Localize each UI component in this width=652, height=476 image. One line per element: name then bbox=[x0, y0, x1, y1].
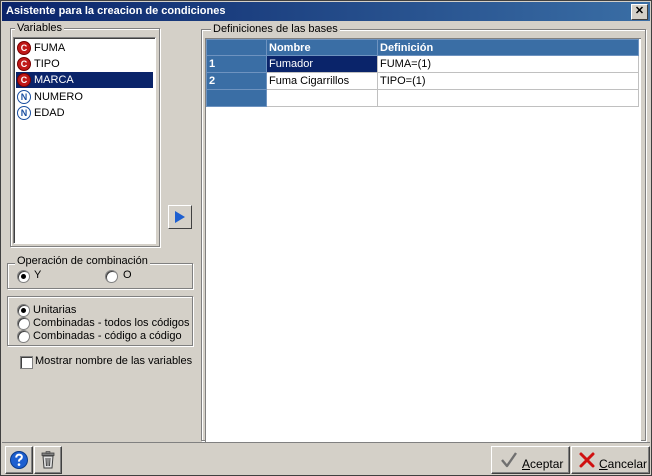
variable-item-marca[interactable]: C MARCA bbox=[16, 72, 153, 88]
variables-list[interactable]: C FUMA C TIPO C MARCA N NUMERO N EDAD bbox=[13, 37, 156, 244]
checkmark-icon bbox=[501, 452, 517, 468]
radio-combinadas-todos-label: Combinadas - todos los códigos bbox=[33, 317, 190, 329]
variable-item-edad[interactable]: N EDAD bbox=[16, 105, 153, 121]
categorical-variable-icon: C bbox=[17, 73, 31, 87]
help-icon bbox=[10, 451, 28, 469]
radio-y[interactable] bbox=[17, 270, 30, 283]
accept-button[interactable]: Aceptar bbox=[491, 446, 570, 474]
table-row[interactable]: 2 Fuma Cigarrillos TIPO=(1) bbox=[206, 72, 639, 90]
show-names-checkbox[interactable] bbox=[20, 356, 33, 369]
window-title: Asistente para la creacion de condicione… bbox=[6, 5, 226, 17]
table-row-new[interactable] bbox=[206, 89, 639, 107]
combination-legend: Operación de combinación bbox=[15, 255, 150, 267]
variable-label: NUMERO bbox=[34, 91, 83, 103]
grid-header-row: Nombre Definición bbox=[206, 39, 639, 56]
column-header-definicion[interactable]: Definición bbox=[377, 39, 639, 56]
cell-definicion[interactable]: TIPO=(1) bbox=[377, 72, 639, 90]
variable-label: FUMA bbox=[34, 42, 66, 54]
categorical-variable-icon: C bbox=[17, 41, 31, 55]
row-number[interactable]: 1 bbox=[206, 55, 267, 73]
cell-definicion[interactable]: FUMA=(1) bbox=[377, 55, 639, 73]
cancel-button[interactable]: Cancelar bbox=[571, 446, 650, 474]
cell-definicion[interactable] bbox=[377, 89, 639, 107]
radio-combinadas-codigo-label: Combinadas - código a código bbox=[33, 330, 182, 342]
close-icon: ✕ bbox=[634, 5, 645, 17]
dialog-window: Asistente para la creacion de condicione… bbox=[0, 0, 652, 476]
cancel-x-icon bbox=[579, 452, 595, 468]
table-row[interactable]: 1 Fumador FUMA=(1) bbox=[206, 55, 639, 73]
column-header-nombre[interactable]: Nombre bbox=[266, 39, 378, 56]
variable-item-numero[interactable]: N NUMERO bbox=[16, 89, 153, 105]
radio-combinadas-todos[interactable] bbox=[17, 317, 30, 330]
radio-y-label: Y bbox=[34, 269, 42, 281]
accept-label: Aceptar bbox=[522, 457, 564, 471]
variable-label: TIPO bbox=[34, 58, 60, 70]
delete-button[interactable] bbox=[34, 446, 62, 474]
numeric-variable-icon: N bbox=[17, 90, 31, 104]
cell-nombre[interactable]: Fuma Cigarrillos bbox=[266, 72, 378, 90]
variable-item-fuma[interactable]: C FUMA bbox=[16, 40, 153, 56]
radio-combinadas-codigo[interactable] bbox=[17, 330, 30, 343]
radio-unitarias[interactable] bbox=[17, 304, 30, 317]
radio-o-label: O bbox=[123, 269, 132, 281]
variable-label: EDAD bbox=[34, 107, 65, 119]
variables-legend: Variables bbox=[15, 22, 65, 34]
help-button[interactable] bbox=[5, 446, 33, 474]
variable-label: MARCA bbox=[34, 74, 74, 86]
button-bar: Aceptar Cancelar bbox=[2, 442, 650, 475]
trash-icon bbox=[41, 451, 55, 469]
cancel-label: Cancelar bbox=[599, 457, 648, 471]
show-names-label: Mostrar nombre de las variables bbox=[35, 355, 193, 367]
title-bar[interactable]: Asistente para la creacion de condicione… bbox=[2, 2, 650, 21]
variable-item-tipo[interactable]: C TIPO bbox=[16, 56, 153, 72]
arrow-right-icon bbox=[175, 211, 185, 223]
definitions-grid[interactable]: Nombre Definición 1 Fumador FUMA=(1) 2 F… bbox=[206, 39, 639, 107]
add-variable-button[interactable] bbox=[168, 205, 192, 229]
definitions-legend: Definiciones de las bases bbox=[211, 23, 340, 35]
grid-corner bbox=[206, 39, 267, 56]
row-number[interactable] bbox=[206, 89, 267, 107]
cell-nombre[interactable] bbox=[266, 89, 378, 107]
row-number[interactable]: 2 bbox=[206, 72, 267, 90]
categorical-variable-icon: C bbox=[17, 57, 31, 71]
radio-o[interactable] bbox=[105, 270, 118, 283]
close-button[interactable]: ✕ bbox=[631, 4, 648, 20]
numeric-variable-icon: N bbox=[17, 106, 31, 120]
cell-nombre[interactable]: Fumador bbox=[266, 55, 378, 73]
radio-unitarias-label: Unitarias bbox=[33, 304, 77, 316]
